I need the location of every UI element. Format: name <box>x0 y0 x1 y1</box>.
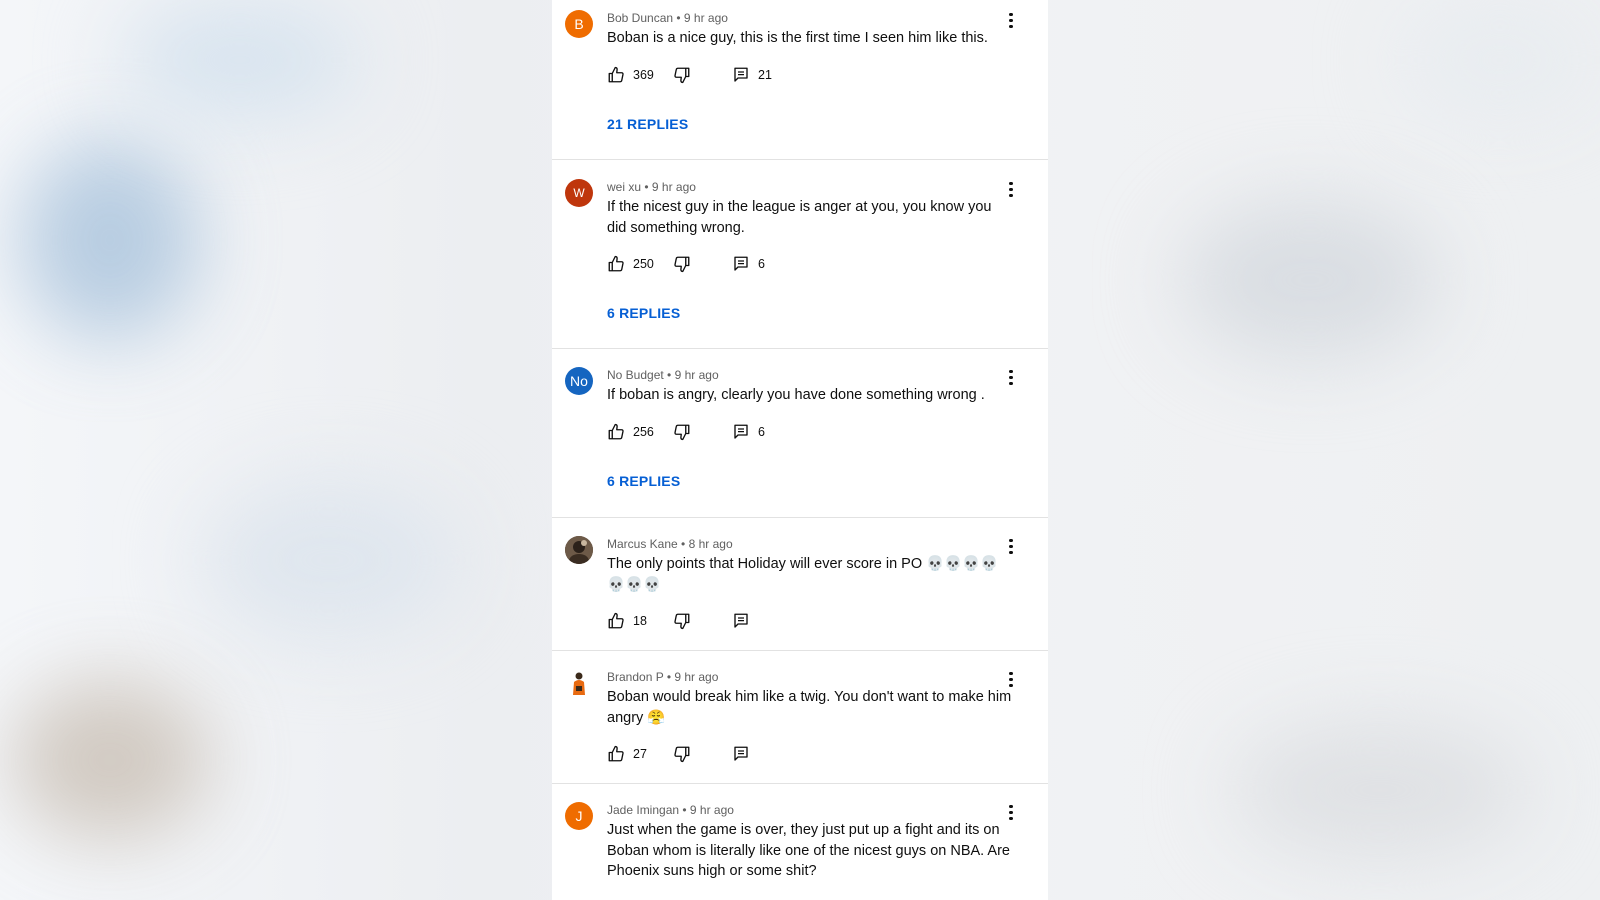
reply-count: 21 <box>758 68 772 82</box>
thumbs-up-icon <box>608 612 624 629</box>
dislike-button[interactable] <box>673 744 691 764</box>
reply-button[interactable]: 21 <box>732 65 772 85</box>
comment-time: 9 hr ago <box>651 180 696 194</box>
comment-meta: Bob Duncan • 9 hr ago <box>607 11 728 25</box>
comment-time: 9 hr ago <box>683 11 728 25</box>
author-name[interactable]: Marcus Kane <box>607 537 678 551</box>
view-replies-link[interactable]: 21 REPLIES <box>607 116 688 132</box>
user-photo-icon <box>565 536 593 564</box>
like-count: 256 <box>633 425 654 439</box>
comment-time: 8 hr ago <box>688 537 733 551</box>
reply-button[interactable]: 6 <box>732 422 765 442</box>
comment-item: Brandon P • 9 hr ago Boban would break h… <box>552 651 1048 784</box>
avatar[interactable] <box>565 536 593 564</box>
comment-meta: No Budget • 9 hr ago <box>607 368 719 382</box>
avatar[interactable]: W <box>565 179 593 207</box>
comment-icon <box>734 746 748 761</box>
comment-time: 9 hr ago <box>689 803 734 817</box>
comment-time: 9 hr ago <box>674 368 719 382</box>
comment-icon <box>734 67 748 82</box>
comment-item: W wei xu • 9 hr ago If the nicest guy in… <box>552 160 1048 349</box>
comment-text: Boban is a nice guy, this is the first t… <box>607 30 988 46</box>
comment-text: If the nicest guy in the league is anger… <box>607 199 992 236</box>
author-name[interactable]: wei xu <box>607 180 641 194</box>
comment-actions: 369 21 <box>607 65 907 85</box>
thumbs-up-icon <box>608 423 624 440</box>
like-button[interactable]: 27 <box>607 744 647 764</box>
comment-meta: Jade Imingan • 9 hr ago <box>607 803 734 817</box>
avatar[interactable]: J <box>565 802 593 830</box>
like-count: 369 <box>633 68 654 82</box>
view-replies-link[interactable]: 6 REPLIES <box>607 473 680 489</box>
reply-count: 6 <box>758 257 765 271</box>
comment-item: Marcus Kane • 8 hr ago The only points t… <box>552 518 1048 651</box>
comment-item: J Jade Imingan • 9 hr ago Just when the … <box>552 784 1048 900</box>
like-button[interactable]: 369 <box>607 65 654 85</box>
view-replies-link[interactable]: 6 REPLIES <box>607 305 680 321</box>
comment-text: The only points that Holiday will ever s… <box>607 556 999 593</box>
dislike-button[interactable] <box>673 254 691 274</box>
comment-icon <box>734 256 748 271</box>
comment-actions: 250 6 <box>607 254 907 274</box>
like-button[interactable]: 250 <box>607 254 654 274</box>
dislike-button[interactable] <box>673 611 691 631</box>
thumbs-down-icon <box>674 424 690 441</box>
author-name[interactable]: Brandon P <box>607 670 664 684</box>
comment-text: Just when the game is over, they just pu… <box>607 822 1010 879</box>
reply-button[interactable]: 6 <box>732 254 765 274</box>
author-name[interactable]: Jade Imingan <box>607 803 679 817</box>
thumbs-down-icon <box>674 67 690 84</box>
user-cartoon-icon <box>565 669 593 697</box>
comment-item: B Bob Duncan • 9 hr ago Boban is a nice … <box>552 0 1048 160</box>
comment-time: 9 hr ago <box>674 670 719 684</box>
comments-feed: B Bob Duncan • 9 hr ago Boban is a nice … <box>552 0 1048 900</box>
comment-text: If boban is angry, clearly you have done… <box>607 387 985 403</box>
dislike-button[interactable] <box>673 65 691 85</box>
like-count: 250 <box>633 257 654 271</box>
comment-icon <box>734 613 748 628</box>
avatar[interactable] <box>565 669 593 697</box>
comment-item: No No Budget • 9 hr ago If boban is angr… <box>552 349 1048 518</box>
thumbs-down-icon <box>674 256 690 273</box>
comment-actions: 256 6 <box>607 422 907 442</box>
avatar[interactable]: B <box>565 10 593 38</box>
author-name[interactable]: Bob Duncan <box>607 11 673 25</box>
comment-meta: wei xu • 9 hr ago <box>607 180 696 194</box>
thumbs-up-icon <box>608 745 624 762</box>
thumbs-up-icon <box>608 66 624 83</box>
like-count: 18 <box>633 614 647 628</box>
comment-meta: Brandon P • 9 hr ago <box>607 670 719 684</box>
comment-icon <box>734 424 748 439</box>
avatar[interactable]: No <box>565 367 593 395</box>
like-button[interactable]: 18 <box>607 611 647 631</box>
comment-text: Boban would break him like a twig. You d… <box>607 689 1012 726</box>
reply-button[interactable] <box>732 744 750 764</box>
comment-actions: 27 <box>607 744 907 764</box>
like-count: 27 <box>633 747 647 761</box>
dislike-button[interactable] <box>673 422 691 442</box>
author-name[interactable]: No Budget <box>607 368 664 382</box>
comment-actions: 18 <box>607 611 907 631</box>
like-button[interactable]: 256 <box>607 422 654 442</box>
thumbs-down-icon <box>674 746 690 763</box>
thumbs-down-icon <box>674 613 690 630</box>
reply-count: 6 <box>758 425 765 439</box>
reply-button[interactable] <box>732 611 750 631</box>
thumbs-up-icon <box>608 255 624 272</box>
comment-meta: Marcus Kane • 8 hr ago <box>607 537 733 551</box>
